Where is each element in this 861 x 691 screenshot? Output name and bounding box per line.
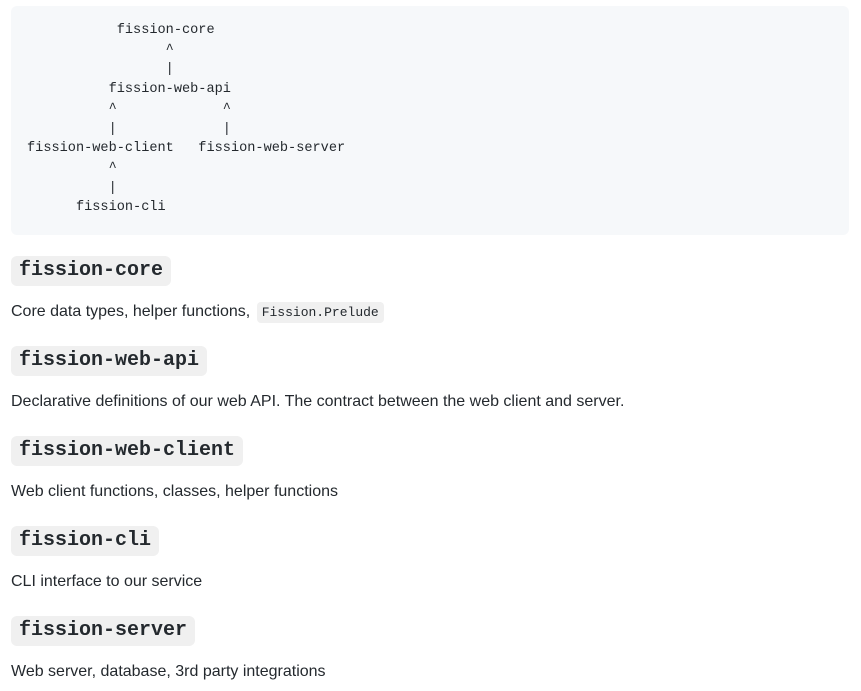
section-description: CLI interface to our service xyxy=(11,573,203,590)
section-heading: fission-core xyxy=(11,256,172,286)
section-heading: fission-web-api xyxy=(11,346,208,376)
section-fission-cli: fission-cli xyxy=(11,526,160,556)
diagram-line: ^ xyxy=(27,160,117,176)
section-fission-core: fission-core xyxy=(11,256,172,286)
diagram-line: fission-cli xyxy=(27,200,166,216)
inline-code: Fission.Prelude xyxy=(256,302,384,323)
diagram-line: ^ ^ xyxy=(27,101,231,117)
diagram-line: fission-web-api xyxy=(27,82,231,98)
diagram-line: fission-core xyxy=(27,23,215,38)
section-fission-web-api: fission-web-api xyxy=(11,346,208,376)
section-fission-server: fission-server xyxy=(11,616,196,646)
section-description: Web client functions, classes, helper fu… xyxy=(11,483,338,500)
section-heading: fission-cli xyxy=(11,526,160,556)
description-text: Core data types, helper functions, xyxy=(11,303,251,320)
section-heading: fission-web-client xyxy=(11,436,244,466)
diagram-line: | xyxy=(27,62,174,78)
diagram-line: | xyxy=(27,180,117,196)
diagram-line: fission-web-client fission-web-server xyxy=(27,141,346,157)
section-description: Web server, database, 3rd party integrat… xyxy=(11,663,326,680)
section-description: Core data types, helper functions, Fissi… xyxy=(11,302,384,323)
section-description: Declarative definitions of our web API. … xyxy=(11,393,625,410)
diagram-line: ^ xyxy=(27,42,174,58)
dependency-diagram: fission-core ^ | fission-web-api ^ ^ | |… xyxy=(11,6,849,235)
section-heading: fission-server xyxy=(11,616,196,646)
section-fission-web-client: fission-web-client xyxy=(11,436,244,466)
diagram-line: | | xyxy=(27,121,231,137)
